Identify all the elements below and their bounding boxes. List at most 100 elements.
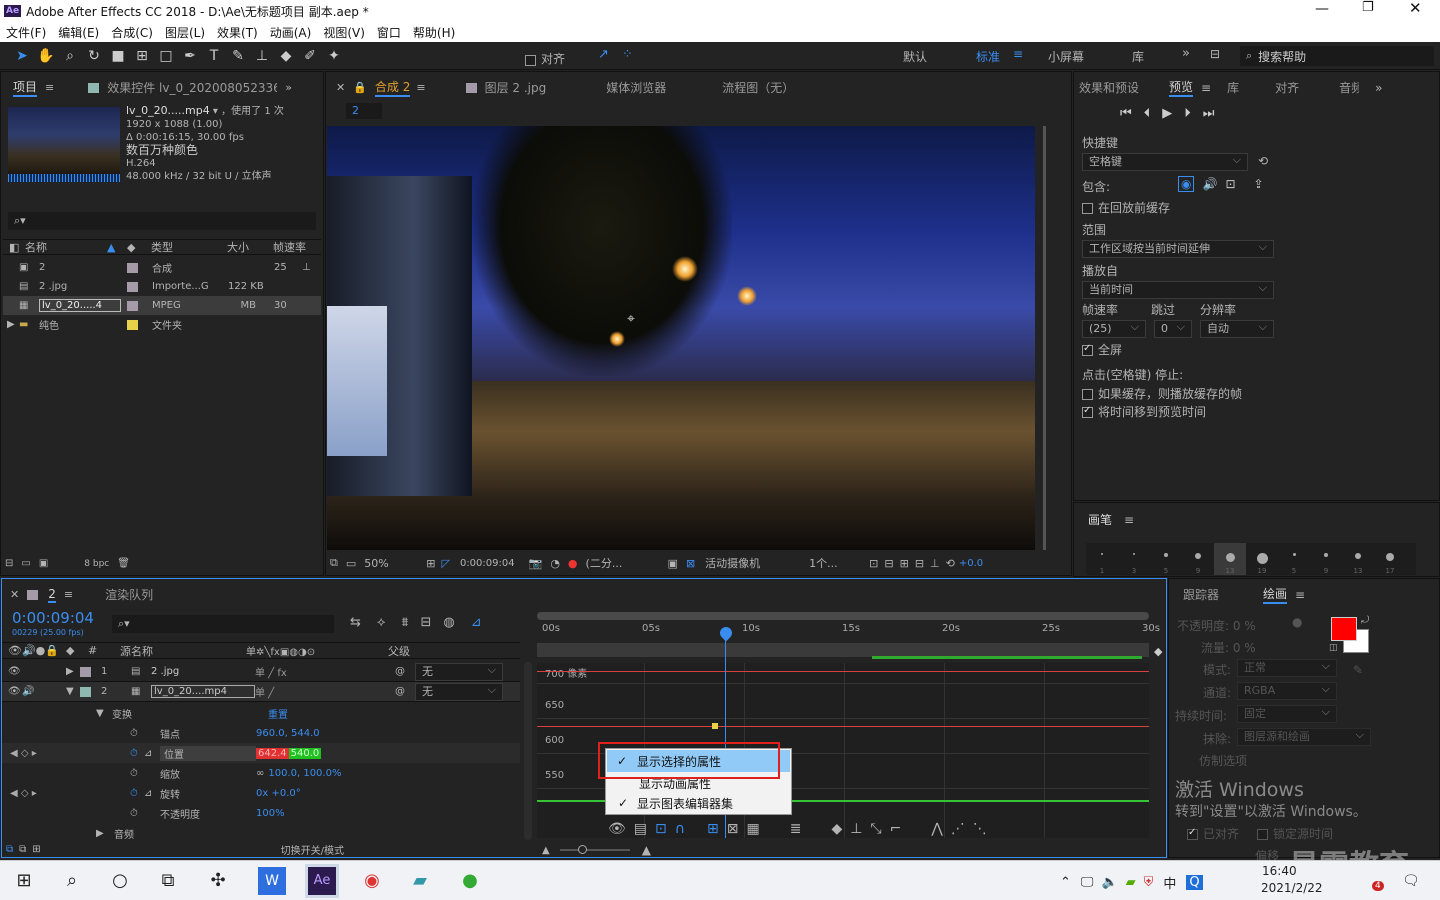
menu-file[interactable]: 文件(F) (6, 24, 46, 41)
tab-comp-timeline[interactable]: 2 (48, 587, 56, 603)
new-composition-icon[interactable]: ▣ (39, 558, 48, 569)
zoom-tool-icon[interactable]: ⌕ (61, 47, 79, 65)
tab-paint[interactable]: 绘画 (1263, 585, 1288, 604)
toggle-pixel-icon[interactable]: ⊡ (869, 557, 878, 570)
brush-preset[interactable]: 1 (1086, 543, 1118, 575)
graph-toggle-icon[interactable]: ⊿ (144, 748, 160, 759)
menu-animation[interactable]: 动画(A) (270, 24, 312, 41)
tab-project[interactable]: 项目 (13, 78, 38, 97)
menu-composition[interactable]: 合成(C) (111, 24, 153, 41)
qq-icon[interactable]: Q (1186, 875, 1203, 890)
export-icon[interactable]: ⇪ (1254, 177, 1264, 191)
label-column-icon[interactable]: ◧ (9, 241, 25, 254)
paint-menu-icon[interactable]: ≡ (1295, 588, 1305, 602)
menu-layer[interactable]: 图层(L) (165, 24, 205, 41)
ime-indicator[interactable]: 中 (1163, 873, 1176, 892)
puppet-tool-icon[interactable]: ✦ (325, 47, 343, 65)
task-view-icon[interactable]: ⧉ (154, 867, 182, 895)
property-row[interactable]: ⏱ 不透明度 100% (2, 803, 520, 823)
channel-select[interactable]: RGBA (1237, 681, 1337, 700)
duration-select[interactable]: 固定 (1237, 704, 1337, 723)
project-search-input[interactable]: ⌕▾ (8, 212, 316, 230)
paint-opacity[interactable]: 不透明度: 0 % (1177, 617, 1256, 634)
toggle-switches-modes[interactable]: 切换开关/模式 (281, 842, 344, 857)
exposure-value[interactable]: +0.0 (959, 558, 983, 569)
rotate-tool-icon[interactable]: ↻ (85, 47, 103, 65)
audio-toggle-icon[interactable]: 🔊 (22, 686, 66, 697)
expand-time-icon[interactable]: ⊞ (32, 844, 40, 855)
include-video-icon[interactable]: ◉ (1178, 176, 1195, 192)
minimize-button[interactable]: — (1315, 1, 1329, 17)
security-icon[interactable]: ⛨ (1144, 875, 1154, 890)
transparency-grid-icon[interactable]: ⊠ (686, 557, 695, 570)
auto-bezier-icon[interactable]: ⤡ (870, 821, 881, 837)
reset-exposure-icon[interactable]: ⊟ (884, 557, 893, 570)
property-value[interactable]: 0x +0.0° (256, 788, 301, 799)
zoom-slider-thumb[interactable] (577, 845, 587, 854)
brush-preset[interactable]: 19 (1246, 543, 1278, 575)
tray-expand-icon[interactable]: ⌃ (1060, 875, 1071, 890)
footage-dropdown-icon[interactable]: ▾ (210, 106, 221, 117)
tab-align[interactable]: 对齐 (1275, 79, 1299, 96)
draft-3d-icon[interactable]: ⟡ (377, 615, 386, 630)
resolution-select[interactable]: (二分... (586, 555, 668, 571)
interpret-footage-icon[interactable]: ⊟ (5, 558, 13, 569)
bpc-button[interactable]: 8 bpc (84, 559, 109, 569)
close-tab-icon[interactable]: ✕ (336, 81, 345, 94)
visibility-icon[interactable]: 👁 (8, 666, 22, 677)
list-item[interactable]: ▣ 2 合成 25 ⊥ (3, 258, 321, 277)
brush-preset[interactable]: 13 (1214, 543, 1246, 575)
clock-date[interactable]: 2021/2/22 (1261, 881, 1323, 895)
time-ruler[interactable]: 00s 05s 10s 15s 20s 25s 30s (537, 612, 1160, 644)
rectangle-tool-icon[interactable]: □ (157, 47, 175, 65)
close-window-button[interactable]: ✕ (1409, 0, 1422, 17)
keyframe-marker[interactable] (712, 723, 718, 729)
foreground-color-swatch[interactable] (1331, 617, 1357, 641)
visibility-icon[interactable]: 👁 (8, 686, 22, 697)
layer-name[interactable]: 2 .jpg (151, 666, 255, 677)
property-row[interactable]: ◀ ◇ ▸ ⏱ ⊿ 旋转 0x +0.0° (2, 783, 520, 803)
more-panels-icon[interactable]: » (1375, 81, 1382, 95)
swap-colors-icon[interactable]: ⤾ (1361, 615, 1369, 626)
clone-stamp-tool-icon[interactable]: ⊥ (253, 47, 271, 65)
fullscreen-checkbox[interactable] (1082, 343, 1093, 356)
maximize-button[interactable]: ❐ (1362, 0, 1374, 15)
pinwheel-app-icon[interactable]: ✣ (204, 867, 232, 895)
pressure-icon[interactable]: ● (1292, 615, 1302, 629)
menu-item-show-graph-set[interactable]: ✓ 显示图表编辑器集 (606, 793, 791, 813)
layer-switches[interactable]: 单 ╱ fx (255, 664, 395, 679)
timeline-search-input[interactable]: ⌕▾ (112, 615, 334, 633)
close-timeline-icon[interactable]: ✕ (10, 588, 19, 601)
clock-time[interactable]: 16:40 (1262, 864, 1297, 878)
eyedropper-icon[interactable]: ✎ (1353, 663, 1363, 677)
pen-tool-icon[interactable]: ✒ (181, 47, 199, 65)
exposure-icon[interactable]: ⟲ (946, 557, 955, 570)
menu-window[interactable]: 窗口 (377, 24, 401, 41)
monitor-icon[interactable]: ▭ (346, 557, 356, 570)
wps-writer-icon[interactable]: W (258, 867, 286, 895)
convert-keyframe-icon[interactable]: ⌐ (890, 821, 902, 837)
paint-mode-select[interactable]: 正常 (1237, 658, 1337, 677)
include-overlays-icon[interactable]: ⊡ (1225, 177, 1235, 191)
skip-select[interactable]: 0 (1154, 319, 1192, 338)
list-item[interactable]: ▤ 2 .jpg Importe...G 122 KB (3, 277, 321, 296)
layer-row[interactable]: 👁 🔊 ▼ 2 ▦ lv_0_20....mp4 单 ╱ @ 无 (2, 682, 520, 702)
zoom-out-icon[interactable]: ▲ (542, 845, 550, 856)
cortana-icon[interactable]: ○ (106, 867, 134, 895)
keyframe-nav[interactable]: ◀ ◇ ▸ (10, 788, 130, 799)
range-select[interactable]: 工作区域按当前时间延伸 (1082, 239, 1274, 258)
fast-preview-icon[interactable]: ⊞ (900, 557, 909, 570)
after-effects-taskbar-icon[interactable]: Ae (305, 864, 339, 898)
cache-before-option[interactable]: 在回放前缓存 (1082, 199, 1170, 216)
lock-time-option[interactable]: 锁定源时间 (1257, 825, 1333, 842)
reset-shortcut-icon[interactable]: ⟲ (1258, 154, 1268, 168)
zoom-slider-track[interactable] (559, 845, 630, 854)
expand-transfer-icon[interactable]: ⧉ (19, 844, 26, 855)
snap-grid-icon[interactable]: ⁘ (622, 47, 633, 62)
layer-scrollbar[interactable] (524, 662, 532, 840)
panel-menu-icon[interactable]: ≡ (45, 81, 54, 94)
cache-before-checkbox[interactable] (1082, 203, 1093, 214)
current-time-display[interactable]: 0:00:09:04 (460, 558, 515, 569)
flowchart-icon[interactable]: ⊥ (302, 262, 311, 273)
channel-icon[interactable]: ● (568, 557, 578, 570)
